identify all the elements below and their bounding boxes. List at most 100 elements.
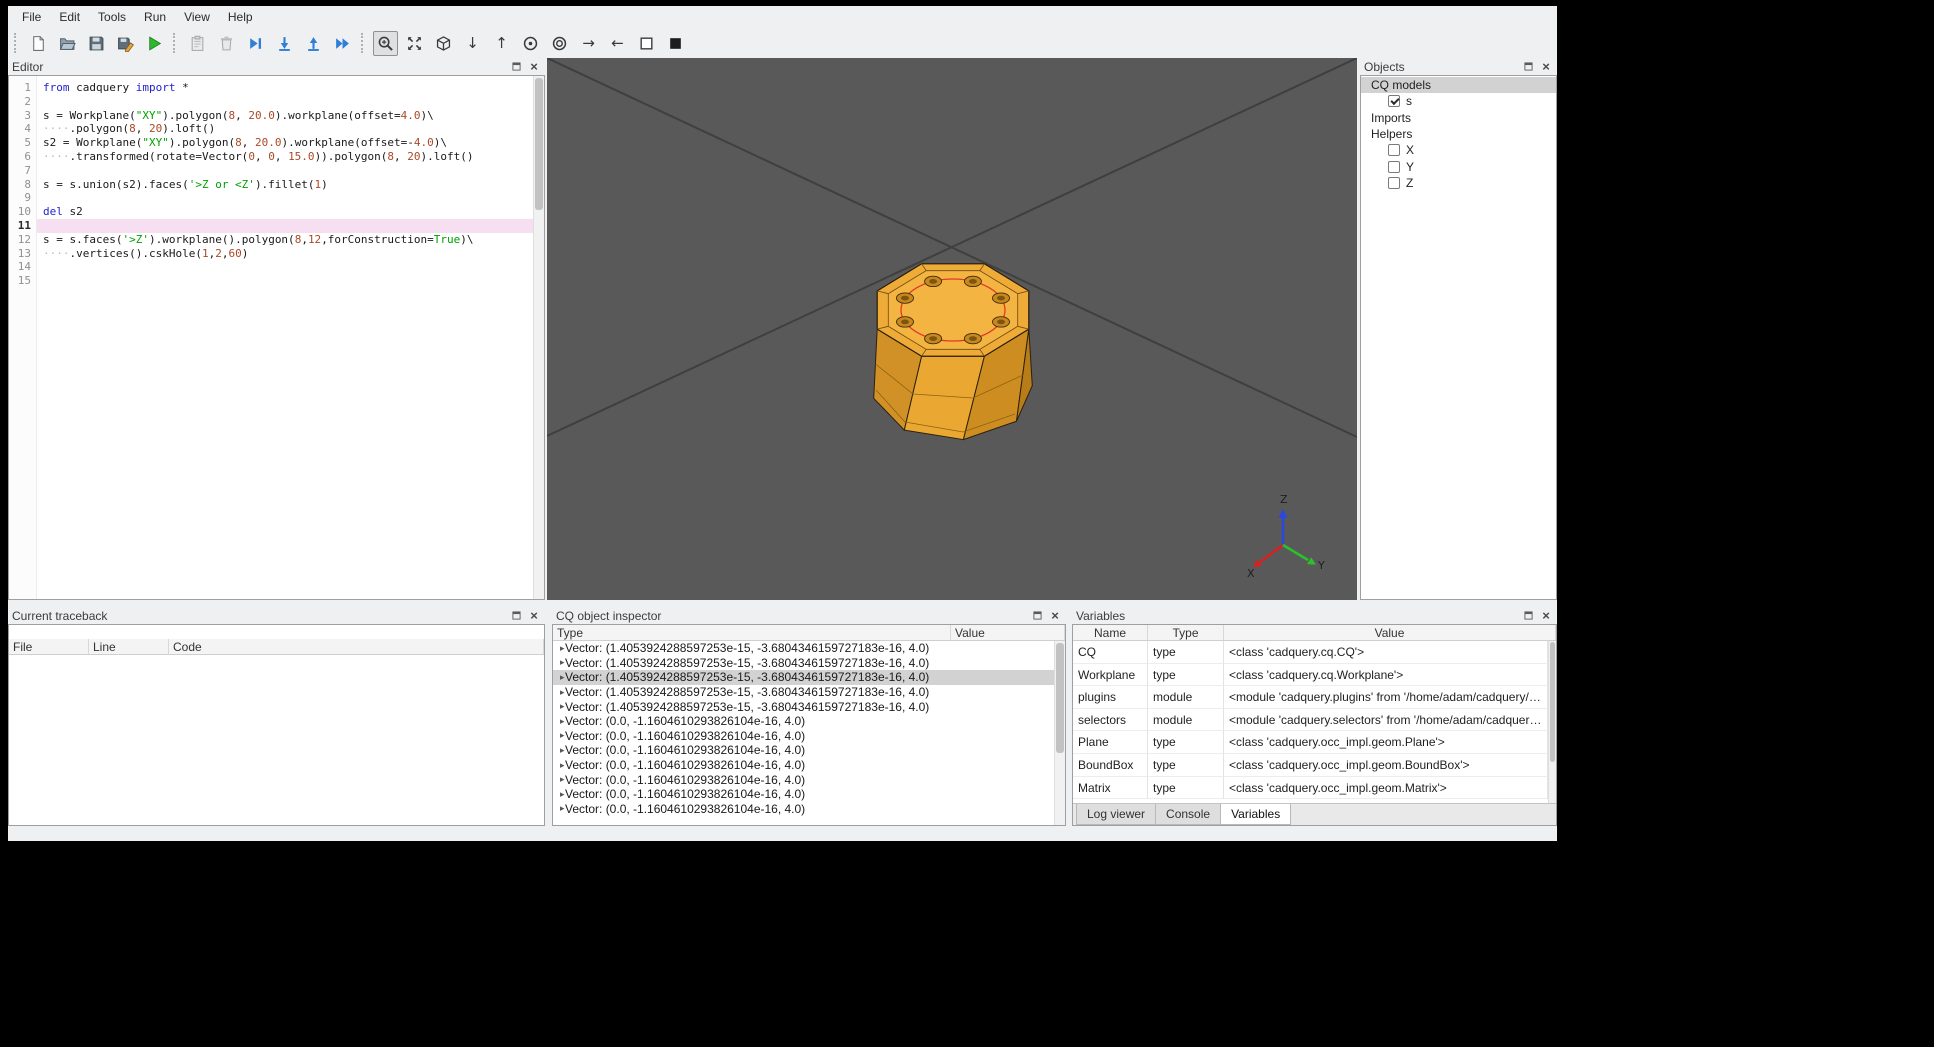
code-line[interactable]	[37, 191, 533, 205]
editor-gutter[interactable]: 1 2 3 4 5 6 7 8 9 10 11 12 13 14 15	[9, 76, 37, 599]
float-panel-icon[interactable]	[1031, 610, 1043, 622]
code-line[interactable]: ····.polygon(8, 20).loft()	[37, 122, 533, 136]
expand-arrow-icon[interactable]: ▸	[553, 657, 565, 668]
code-line[interactable]: ····.vertices().cskHole(1,2,60)	[37, 247, 533, 261]
editor-scrollbar-thumb[interactable]	[535, 78, 543, 210]
inspector-row[interactable]: ▸ Vector: (0.0, -1.1604610293826104e-16, …	[553, 802, 1054, 817]
menu-edit[interactable]: Edit	[50, 7, 89, 27]
variable-row[interactable]: BoundBox type <class 'cadquery.occ_impl.ge…	[1073, 753, 1548, 777]
editor-scrollbar[interactable]	[533, 76, 544, 599]
float-panel-icon[interactable]	[510, 610, 522, 622]
step-button[interactable]	[272, 31, 297, 56]
tree-item-helpers[interactable]: Helpers	[1361, 126, 1556, 142]
close-panel-icon[interactable]: ×	[1049, 609, 1061, 622]
var-column-value[interactable]: Value	[1224, 625, 1556, 640]
code-line[interactable]	[37, 218, 533, 233]
new-script-button[interactable]	[26, 31, 51, 56]
viewport-3d[interactable]: X Y Z	[547, 58, 1357, 600]
fit-all-button[interactable]	[402, 31, 427, 56]
expand-arrow-icon[interactable]: ▸	[553, 774, 565, 785]
inspector-row[interactable]: ▸ Vector: (0.0, -1.1604610293826104e-16, …	[553, 729, 1054, 744]
tab-variables[interactable]: Variables	[1220, 804, 1292, 825]
menu-help[interactable]: Help	[219, 7, 262, 27]
expand-arrow-icon[interactable]: ▸	[553, 760, 565, 771]
menu-tools[interactable]: Tools	[89, 7, 135, 27]
code-line[interactable]	[37, 95, 533, 109]
zoom-button[interactable]	[373, 30, 398, 56]
menu-file[interactable]: File	[13, 7, 50, 27]
inspector-row[interactable]: ▸ Vector: (0.0, -1.1604610293826104e-16, …	[553, 758, 1054, 773]
expand-arrow-icon[interactable]: ▸	[553, 687, 565, 698]
expand-arrow-icon[interactable]: ▸	[553, 672, 565, 683]
inspector-row[interactable]: ▸ Vector: (0.0, -1.1604610293826104e-16, …	[553, 743, 1054, 758]
iso-view-button[interactable]	[431, 31, 456, 56]
checkbox-z[interactable]	[1388, 176, 1400, 189]
inspector-scrollbar[interactable]	[1054, 641, 1065, 825]
right-view-button[interactable]: →	[576, 31, 601, 56]
open-button[interactable]	[55, 31, 80, 56]
save-as-button[interactable]	[113, 31, 138, 56]
variables-scrollbar[interactable]	[1548, 641, 1556, 803]
checkbox-x[interactable]	[1388, 144, 1400, 157]
model-3d[interactable]	[873, 263, 1033, 441]
expand-arrow-icon[interactable]: ▸	[553, 730, 565, 741]
inspector-row[interactable]: ▸ Vector: (0.0, -1.1604610293826104e-16, …	[553, 772, 1054, 787]
toolbar-handle[interactable]	[361, 33, 368, 53]
code-line[interactable]: from cadquery import *	[37, 81, 533, 95]
code-line[interactable]	[37, 260, 533, 274]
code-line[interactable]: s = Workplane("XY").polygon(8, 20.0).wor…	[37, 109, 533, 123]
inspector-row[interactable]: ▸ Vector: (0.0, -1.1604610293826104e-16, …	[553, 787, 1054, 802]
expand-arrow-icon[interactable]: ▸	[553, 745, 565, 756]
editor-code[interactable]: from cadquery import * s = Workplane("XY"…	[37, 76, 533, 599]
inspector-row[interactable]: ▸ Vector: (1.4053924288597253e-15, -3.680…	[553, 641, 1054, 656]
variable-row[interactable]: Matrix type <class 'cadquery.occ_impl.geom…	[1073, 776, 1548, 800]
insp-column-type[interactable]: Type	[553, 625, 951, 640]
close-panel-icon[interactable]: ×	[528, 609, 540, 622]
tree-item-x[interactable]: X	[1361, 142, 1556, 158]
code-line[interactable]: s = s.union(s2).faces('>Z or <Z').fillet…	[37, 178, 533, 192]
top-view-button[interactable]: ↑	[489, 31, 514, 56]
float-panel-icon[interactable]	[510, 61, 522, 73]
save-button[interactable]	[84, 31, 109, 56]
left-view-button[interactable]: ←	[605, 31, 630, 56]
tb-column-line[interactable]: Line	[89, 639, 169, 654]
close-panel-icon[interactable]: ×	[1540, 609, 1552, 622]
inspector-row[interactable]: ▸ Vector: (1.4053924288597253e-15, -3.680…	[553, 699, 1054, 714]
var-column-type[interactable]: Type	[1148, 625, 1224, 640]
inspector-row[interactable]: ▸ Vector: (0.0, -1.1604610293826104e-16, …	[553, 714, 1054, 729]
inspector-row[interactable]: ▸ Vector: (1.4053924288597253e-15, -3.680…	[553, 670, 1054, 685]
checkbox-s[interactable]	[1388, 95, 1400, 108]
step-out-button[interactable]	[301, 31, 326, 56]
shaded-view-button[interactable]	[663, 31, 688, 56]
toolbar-handle[interactable]	[173, 33, 180, 53]
var-column-name[interactable]: Name	[1073, 625, 1148, 640]
tree-item-cq-models[interactable]: CQ models	[1361, 77, 1556, 94]
expand-arrow-icon[interactable]: ▸	[553, 643, 565, 654]
expand-arrow-icon[interactable]: ▸	[553, 803, 565, 814]
close-panel-icon[interactable]: ×	[1540, 60, 1552, 73]
expand-arrow-icon[interactable]: ▸	[553, 701, 565, 712]
float-panel-icon[interactable]	[1522, 61, 1534, 73]
wireframe-view-button[interactable]	[634, 31, 659, 56]
front-view-button[interactable]	[518, 31, 543, 56]
expand-arrow-icon[interactable]: ▸	[553, 716, 565, 727]
render-button[interactable]	[142, 31, 167, 56]
tab-console[interactable]: Console	[1155, 804, 1222, 825]
variable-row[interactable]: selectors module <module 'cadquery.selecto…	[1073, 708, 1548, 732]
continue-button[interactable]	[330, 31, 355, 56]
tree-item-y[interactable]: Y	[1361, 158, 1556, 174]
code-line[interactable]	[37, 164, 533, 178]
tree-item-s[interactable]: s	[1361, 93, 1556, 109]
variables-scrollbar-thumb[interactable]	[1550, 642, 1555, 762]
tree-item-imports[interactable]: Imports	[1361, 110, 1556, 126]
back-view-button[interactable]	[547, 31, 572, 56]
code-line[interactable]: ····.transformed(rotate=Vector(0, 0, 15.…	[37, 150, 533, 164]
expand-arrow-icon[interactable]: ▸	[553, 789, 565, 800]
variable-row[interactable]: plugins module <module 'cadquery.plugins' …	[1073, 686, 1548, 709]
tab-log-viewer[interactable]: Log viewer	[1076, 804, 1157, 825]
inspector-row[interactable]: ▸ Vector: (1.4053924288597253e-15, -3.680…	[553, 685, 1054, 700]
variable-row[interactable]: Plane type <class 'cadquery.occ_impl.geom.…	[1073, 731, 1548, 754]
code-line[interactable]: s2 = Workplane("XY").polygon(8, 20.0).wo…	[37, 136, 533, 150]
viewport-canvas[interactable]: X Y Z	[547, 58, 1357, 600]
tb-column-file[interactable]: File	[9, 639, 89, 654]
